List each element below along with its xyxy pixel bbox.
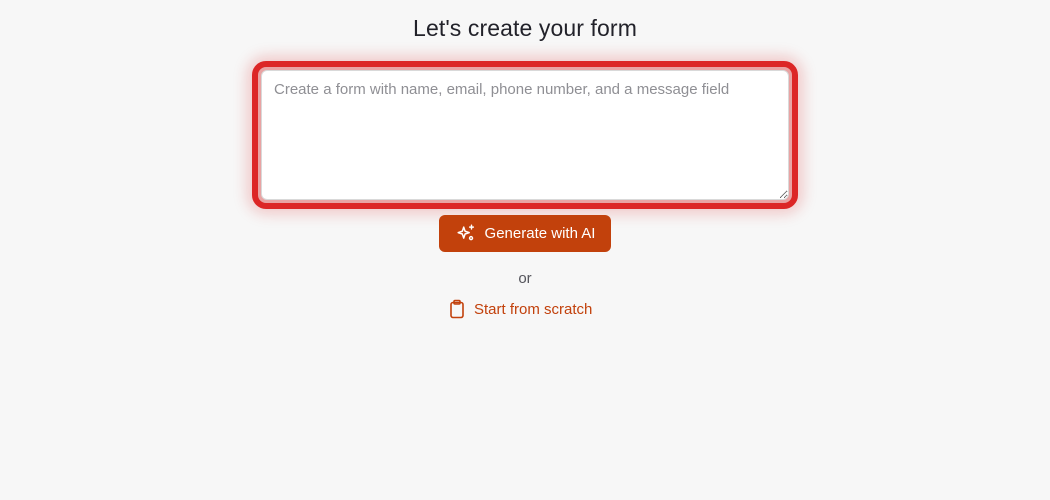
sparkles-icon [455, 223, 477, 245]
generate-button-label: Generate with AI [484, 225, 596, 242]
prompt-focus-ring [252, 61, 798, 209]
page-title: Let's create your form [413, 15, 637, 41]
scratch-link-label: Start from scratch [474, 300, 593, 318]
generate-with-ai-button[interactable]: Generate with AI [439, 215, 611, 252]
create-form-page: Let's create your form Generate with AI … [0, 0, 1050, 500]
or-separator: or [518, 270, 532, 287]
clipboard-icon [448, 299, 466, 319]
start-from-scratch-link[interactable]: Start from scratch [448, 298, 592, 320]
form-prompt-textarea[interactable] [261, 70, 789, 200]
